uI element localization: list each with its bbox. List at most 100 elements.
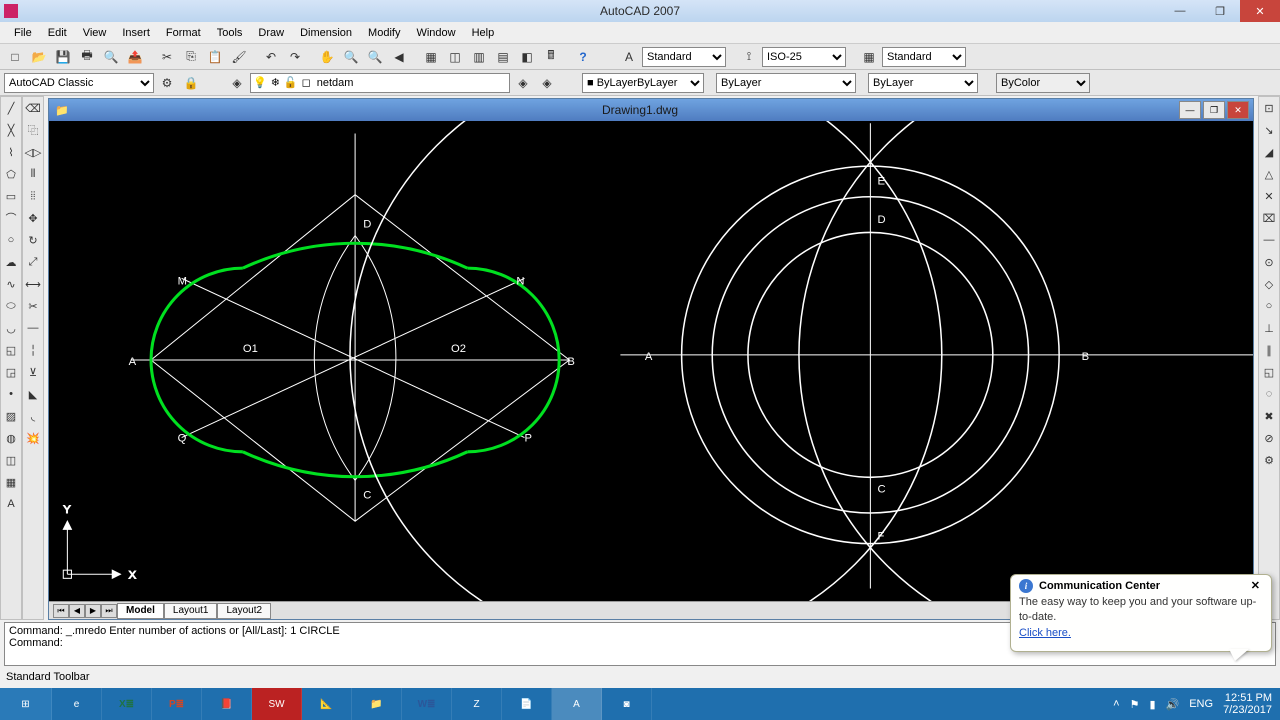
point-icon[interactable]: •	[1, 384, 21, 404]
dw-minimize-button[interactable]: —	[1179, 101, 1201, 119]
dimstyle-icon[interactable]: ⟟	[738, 46, 760, 68]
mtext-icon[interactable]: A	[1, 494, 21, 514]
preview-icon[interactable]: 🔍	[100, 46, 122, 68]
join-icon[interactable]: ⊻	[23, 362, 43, 382]
ws-lock-icon[interactable]: 🔒	[180, 72, 202, 94]
block-icon[interactable]: ◱	[1, 340, 21, 360]
open-icon[interactable]: 📂	[28, 46, 50, 68]
layer-combo[interactable]: 💡❄🔓◻ netdam	[250, 73, 510, 93]
paste-icon[interactable]: 📋	[204, 46, 226, 68]
copy-obj-icon[interactable]: ⿻	[23, 120, 43, 140]
scale-icon[interactable]: ⤢	[23, 252, 43, 272]
center-icon[interactable]: ⊙	[1259, 252, 1279, 272]
chamfer-icon[interactable]: ◣	[23, 384, 43, 404]
menu-format[interactable]: Format	[158, 27, 209, 39]
pan-icon[interactable]: ✋	[316, 46, 338, 68]
calc-icon[interactable]: 🖩	[540, 46, 562, 68]
appint-icon[interactable]: ⌧	[1259, 208, 1279, 228]
hatch-icon[interactable]: ▨	[1, 406, 21, 426]
plot-icon[interactable]: 🖶	[76, 46, 98, 68]
tab-next-icon[interactable]: ▶	[85, 604, 101, 618]
tray-clock[interactable]: 12:51 PM 7/23/2017	[1223, 692, 1272, 716]
makeblock-icon[interactable]: ◲	[1, 362, 21, 382]
layer-prop-icon[interactable]: ◈	[226, 72, 248, 94]
layer-prev-icon[interactable]: ◈	[512, 72, 534, 94]
ins-icon[interactable]: ◱	[1259, 362, 1279, 382]
match-icon[interactable]: 🖌	[228, 46, 250, 68]
menu-dimension[interactable]: Dimension	[292, 27, 360, 39]
publish-icon[interactable]: 📤	[124, 46, 146, 68]
rect-icon[interactable]: ▭	[1, 186, 21, 206]
dw-maximize-button[interactable]: ❐	[1203, 101, 1225, 119]
move-icon[interactable]: ✥	[23, 208, 43, 228]
zoom-prev-icon[interactable]: ◀	[388, 46, 410, 68]
rotate-icon[interactable]: ↻	[23, 230, 43, 250]
spline-icon[interactable]: ∿	[1, 274, 21, 294]
comm-close-button[interactable]: ✕	[1248, 579, 1263, 592]
ws-settings-icon[interactable]: ⚙	[156, 72, 178, 94]
tempsnap-icon[interactable]: ⊡	[1259, 98, 1279, 118]
tablestyle-combo[interactable]: Standard	[882, 47, 966, 67]
color-combo[interactable]: ■ ByLayerByLayer	[582, 73, 704, 93]
tablestyle-icon[interactable]: ▦	[858, 46, 880, 68]
stretch-icon[interactable]: ⟷	[23, 274, 43, 294]
close-button[interactable]: ✕	[1240, 0, 1280, 22]
array-icon[interactable]: ⦙⦙	[23, 186, 43, 206]
dcenter-icon[interactable]: ◫	[444, 46, 466, 68]
endpoint-icon[interactable]: ◢	[1259, 142, 1279, 162]
ellipsearc-icon[interactable]: ◡	[1, 318, 21, 338]
osnapset-icon[interactable]: ⚙	[1259, 450, 1279, 470]
break-icon[interactable]: ╎	[23, 340, 43, 360]
tab-layout2[interactable]: Layout2	[217, 603, 271, 619]
task-autocad[interactable]: A	[552, 688, 602, 720]
start-button[interactable]: ⊞	[0, 688, 52, 720]
dimstyle-combo[interactable]: ISO-25	[762, 47, 846, 67]
dw-close-button[interactable]: ✕	[1227, 101, 1249, 119]
plotstyle-combo[interactable]: ByColor	[996, 73, 1090, 93]
ssm-icon[interactable]: ▤	[492, 46, 514, 68]
drawing-canvas[interactable]: A B C D M N P Q O1 O2	[49, 121, 1253, 601]
layer-state-icon[interactable]: ◈	[536, 72, 558, 94]
para-icon[interactable]: ∥	[1259, 340, 1279, 360]
menu-window[interactable]: Window	[408, 27, 463, 39]
tray-flag-icon[interactable]: ⚑	[1130, 698, 1140, 711]
props-icon[interactable]: ▦	[420, 46, 442, 68]
tpalette-icon[interactable]: ▥	[468, 46, 490, 68]
tray-network-icon[interactable]: ▮	[1149, 698, 1155, 711]
offset-icon[interactable]: ⫴	[23, 164, 43, 184]
tab-prev-icon[interactable]: ◀	[69, 604, 85, 618]
tray-volume-icon[interactable]: 🔊	[1166, 698, 1180, 711]
arc-icon[interactable]: ⌒	[1, 208, 21, 228]
menu-tools[interactable]: Tools	[209, 27, 251, 39]
zoom-win-icon[interactable]: 🔍	[364, 46, 386, 68]
maximize-button[interactable]: ❐	[1200, 0, 1240, 22]
comm-link[interactable]: Click here.	[1019, 627, 1071, 639]
textstyle-combo[interactable]: Standard	[642, 47, 726, 67]
cut-icon[interactable]: ✂	[156, 46, 178, 68]
erase-icon[interactable]: ⌫	[23, 98, 43, 118]
near-icon[interactable]: ✖	[1259, 406, 1279, 426]
tang-icon[interactable]: ○	[1259, 296, 1279, 316]
task-reader[interactable]: 📕	[202, 688, 252, 720]
task-notepad[interactable]: 📄	[502, 688, 552, 720]
revcloud-icon[interactable]: ☁	[1, 252, 21, 272]
ellipse-icon[interactable]: ⬭	[1, 296, 21, 316]
tray-up-icon[interactable]: ˄	[1113, 698, 1119, 710]
textstyle-icon[interactable]: A	[618, 46, 640, 68]
table-icon[interactable]: ▦	[1, 472, 21, 492]
undo-icon[interactable]: ↶	[260, 46, 282, 68]
markup-icon[interactable]: ◧	[516, 46, 538, 68]
tab-model[interactable]: Model	[117, 603, 164, 619]
task-zalo[interactable]: Z	[452, 688, 502, 720]
tab-last-icon[interactable]: ⏭	[101, 604, 117, 618]
copy-icon[interactable]: ⎘	[180, 46, 202, 68]
task-edge[interactable]: e	[52, 688, 102, 720]
task-matlab[interactable]: 📐	[302, 688, 352, 720]
explode-icon[interactable]: 💥	[23, 428, 43, 448]
new-icon[interactable]: □	[4, 46, 26, 68]
minimize-button[interactable]: —	[1160, 0, 1200, 22]
line-icon[interactable]: ╱	[1, 98, 21, 118]
ext-icon[interactable]: ―	[1259, 230, 1279, 250]
menu-insert[interactable]: Insert	[114, 27, 158, 39]
polygon-icon[interactable]: ⬠	[1, 164, 21, 184]
